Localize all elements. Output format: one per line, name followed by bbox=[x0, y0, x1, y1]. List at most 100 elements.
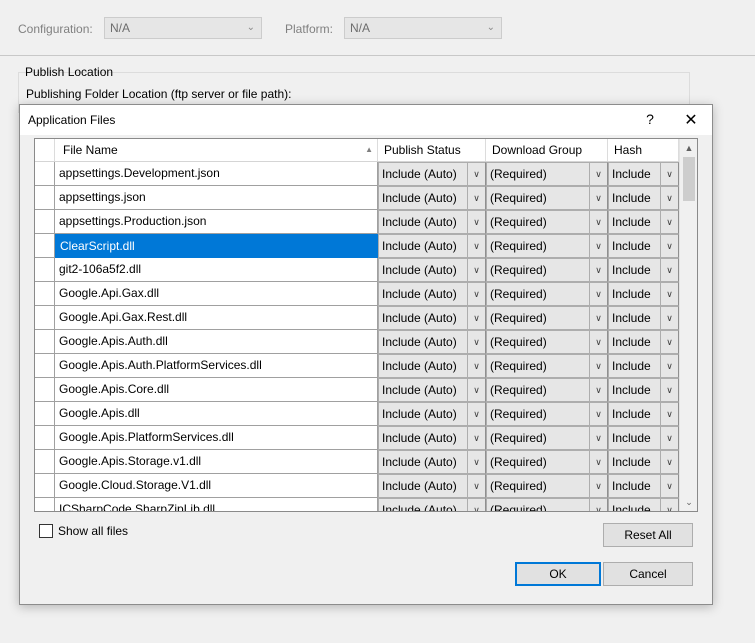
file-name-cell[interactable]: Google.Apis.PlatformServices.dll bbox=[55, 426, 378, 450]
hash-dropdown[interactable]: Include ∨ bbox=[608, 282, 679, 306]
chevron-down-icon[interactable]: ∨ bbox=[467, 163, 485, 185]
publish-status-dropdown[interactable]: Include (Auto) ∨ bbox=[378, 474, 486, 498]
file-name-cell[interactable]: Google.Api.Gax.dll bbox=[55, 282, 378, 306]
chevron-down-icon[interactable]: ∨ bbox=[467, 379, 485, 401]
download-group-dropdown[interactable]: (Required) ∨ bbox=[486, 282, 608, 306]
chevron-down-icon[interactable]: ∨ bbox=[589, 163, 607, 185]
publish-status-dropdown[interactable]: Include (Auto) ∨ bbox=[378, 306, 486, 330]
row-header[interactable] bbox=[35, 210, 55, 234]
publish-status-dropdown[interactable]: Include (Auto) ∨ bbox=[378, 258, 486, 282]
chevron-down-icon[interactable]: ∨ bbox=[660, 211, 678, 233]
table-row[interactable]: Google.Apis.Auth.dll Include (Auto) ∨ (Requ… bbox=[35, 330, 679, 354]
chevron-down-icon[interactable]: ∨ bbox=[589, 259, 607, 281]
chevron-down-icon[interactable]: ∨ bbox=[467, 355, 485, 377]
file-name-cell[interactable]: Google.Apis.Auth.PlatformServices.dll bbox=[55, 354, 378, 378]
table-row[interactable]: Google.Apis.Auth.PlatformServices.dll Inc… bbox=[35, 354, 679, 378]
row-header[interactable] bbox=[35, 378, 55, 402]
table-row[interactable]: Google.Apis.Storage.v1.dll Include (Auto)… bbox=[35, 450, 679, 474]
chevron-down-icon[interactable]: ∨ bbox=[660, 163, 678, 185]
publish-status-dropdown[interactable]: Include (Auto) ∨ bbox=[378, 186, 486, 210]
chevron-down-icon[interactable]: ∨ bbox=[589, 331, 607, 353]
configuration-dropdown[interactable]: N/A ⌄ bbox=[104, 17, 262, 39]
chevron-down-icon[interactable]: ∨ bbox=[467, 235, 485, 257]
publish-status-dropdown[interactable]: Include (Auto) ∨ bbox=[378, 330, 486, 354]
table-row[interactable]: ICSharpCode.SharpZipLib.dll Include (Auto… bbox=[35, 498, 679, 511]
table-row[interactable]: git2-106a5f2.dll Include (Auto) ∨ (Required… bbox=[35, 258, 679, 282]
chevron-down-icon[interactable]: ∨ bbox=[589, 475, 607, 497]
hash-dropdown[interactable]: Include ∨ bbox=[608, 258, 679, 282]
row-header[interactable] bbox=[35, 306, 55, 330]
column-header-download-group[interactable]: Download Group bbox=[486, 139, 608, 161]
download-group-dropdown[interactable]: (Required) ∨ bbox=[486, 306, 608, 330]
file-name-cell[interactable]: ClearScript.dll bbox=[55, 234, 378, 258]
chevron-down-icon[interactable]: ∨ bbox=[467, 427, 485, 449]
row-header[interactable] bbox=[35, 234, 55, 258]
download-group-dropdown[interactable]: (Required) ∨ bbox=[486, 162, 608, 186]
chevron-down-icon[interactable]: ∨ bbox=[660, 475, 678, 497]
publish-status-dropdown[interactable]: Include (Auto) ∨ bbox=[378, 210, 486, 234]
download-group-dropdown[interactable]: (Required) ∨ bbox=[486, 354, 608, 378]
vertical-scrollbar[interactable]: ▲ ⌄ bbox=[679, 139, 697, 511]
chevron-down-icon[interactable]: ∨ bbox=[589, 499, 607, 511]
download-group-dropdown[interactable]: (Required) ∨ bbox=[486, 330, 608, 354]
chevron-down-icon[interactable]: ∨ bbox=[660, 187, 678, 209]
chevron-down-icon[interactable]: ∨ bbox=[467, 475, 485, 497]
reset-all-button[interactable]: Reset All bbox=[603, 523, 693, 547]
table-row[interactable]: Google.Apis.PlatformServices.dll Include … bbox=[35, 426, 679, 450]
publish-status-dropdown[interactable]: Include (Auto) ∨ bbox=[378, 426, 486, 450]
table-row[interactable]: appsettings.json Include (Auto) ∨ (Required… bbox=[35, 186, 679, 210]
download-group-dropdown[interactable]: (Required) ∨ bbox=[486, 498, 608, 511]
table-row[interactable]: appsettings.Development.json Include (Aut… bbox=[35, 162, 679, 186]
table-row[interactable]: Google.Api.Gax.dll Include (Auto) ∨ (Requir… bbox=[35, 282, 679, 306]
publish-status-dropdown[interactable]: Include (Auto) ∨ bbox=[378, 450, 486, 474]
scroll-up-icon[interactable]: ▲ bbox=[680, 139, 697, 157]
publish-status-dropdown[interactable]: Include (Auto) ∨ bbox=[378, 282, 486, 306]
hash-dropdown[interactable]: Include ∨ bbox=[608, 474, 679, 498]
hash-dropdown[interactable]: Include ∨ bbox=[608, 186, 679, 210]
chevron-down-icon[interactable]: ∨ bbox=[660, 499, 678, 511]
file-name-cell[interactable]: Google.Apis.Core.dll bbox=[55, 378, 378, 402]
column-header-publish-status[interactable]: Publish Status bbox=[378, 139, 486, 161]
row-header[interactable] bbox=[35, 474, 55, 498]
checkbox-box[interactable] bbox=[39, 524, 53, 538]
ok-button[interactable]: OK bbox=[515, 562, 601, 586]
row-header[interactable] bbox=[35, 162, 55, 186]
chevron-down-icon[interactable]: ∨ bbox=[660, 427, 678, 449]
hash-dropdown[interactable]: Include ∨ bbox=[608, 426, 679, 450]
row-header[interactable] bbox=[35, 498, 55, 511]
download-group-dropdown[interactable]: (Required) ∨ bbox=[486, 378, 608, 402]
file-name-cell[interactable]: appsettings.Production.json bbox=[55, 210, 378, 234]
platform-dropdown[interactable]: N/A ⌄ bbox=[344, 17, 502, 39]
download-group-dropdown[interactable]: (Required) ∨ bbox=[486, 186, 608, 210]
column-header-file-name[interactable]: File Name ▲ bbox=[55, 139, 378, 161]
column-header-hash[interactable]: Hash bbox=[608, 139, 679, 161]
chevron-down-icon[interactable]: ∨ bbox=[467, 403, 485, 425]
download-group-dropdown[interactable]: (Required) ∨ bbox=[486, 258, 608, 282]
chevron-down-icon[interactable]: ∨ bbox=[589, 235, 607, 257]
download-group-dropdown[interactable]: (Required) ∨ bbox=[486, 450, 608, 474]
chevron-down-icon[interactable]: ∨ bbox=[589, 403, 607, 425]
file-name-cell[interactable]: Google.Apis.dll bbox=[55, 402, 378, 426]
row-header[interactable] bbox=[35, 426, 55, 450]
cancel-button[interactable]: Cancel bbox=[603, 562, 693, 586]
file-name-cell[interactable]: git2-106a5f2.dll bbox=[55, 258, 378, 282]
file-name-cell[interactable]: Google.Cloud.Storage.V1.dll bbox=[55, 474, 378, 498]
hash-dropdown[interactable]: Include ∨ bbox=[608, 210, 679, 234]
file-name-cell[interactable]: appsettings.json bbox=[55, 186, 378, 210]
download-group-dropdown[interactable]: (Required) ∨ bbox=[486, 474, 608, 498]
chevron-down-icon[interactable]: ∨ bbox=[660, 283, 678, 305]
row-header[interactable] bbox=[35, 354, 55, 378]
hash-dropdown[interactable]: Include ∨ bbox=[608, 330, 679, 354]
chevron-down-icon[interactable]: ∨ bbox=[467, 211, 485, 233]
chevron-down-icon[interactable]: ∨ bbox=[589, 427, 607, 449]
download-group-dropdown[interactable]: (Required) ∨ bbox=[486, 426, 608, 450]
publish-status-dropdown[interactable]: Include (Auto) ∨ bbox=[378, 378, 486, 402]
chevron-down-icon[interactable]: ∨ bbox=[589, 355, 607, 377]
table-row[interactable]: Google.Cloud.Storage.V1.dll Include (Auto… bbox=[35, 474, 679, 498]
row-header[interactable] bbox=[35, 258, 55, 282]
file-name-cell[interactable]: Google.Apis.Storage.v1.dll bbox=[55, 450, 378, 474]
table-row[interactable]: appsettings.Production.json Include (Auto… bbox=[35, 210, 679, 234]
hash-dropdown[interactable]: Include ∨ bbox=[608, 234, 679, 258]
table-row[interactable]: Google.Apis.dll Include (Auto) ∨ (Required)… bbox=[35, 402, 679, 426]
chevron-down-icon[interactable]: ∨ bbox=[660, 259, 678, 281]
